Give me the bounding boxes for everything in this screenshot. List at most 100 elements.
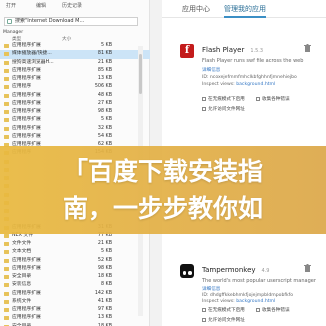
file-size: 48 KB bbox=[97, 92, 112, 98]
file-row[interactable]: 搜狗高速浏览器H... 21 KB bbox=[0, 59, 150, 67]
file-type: 应用程序扩展 bbox=[12, 125, 41, 131]
file-url-label: 允许访问文件网址 bbox=[208, 318, 245, 323]
file-row[interactable]: 文件文件 21 KB bbox=[0, 240, 150, 248]
file-row[interactable]: 应用程序扩展 54 KB bbox=[0, 133, 150, 141]
file-type: 安装信息 bbox=[12, 282, 32, 288]
file-row[interactable]: 应用程序扩展 142 KB bbox=[0, 290, 150, 298]
file-size: 142 KB bbox=[94, 290, 112, 296]
toolbar-history[interactable]: 历史记录 bbox=[62, 2, 82, 9]
checkbox[interactable] bbox=[256, 96, 260, 101]
file-type: 文件文件 bbox=[12, 241, 32, 246]
scrollbar-thumb[interactable] bbox=[139, 54, 142, 94]
background-page-link[interactable]: background.html bbox=[236, 299, 275, 304]
file-type: 应用程序扩展 bbox=[12, 290, 41, 296]
folder-name-manager[interactable]: Manager bbox=[3, 30, 23, 35]
file-row[interactable]: 应用程序扩展 48 KB bbox=[0, 92, 150, 100]
file-row[interactable]: 安全目录 18 KB bbox=[0, 323, 150, 326]
file-type: 应用程序扩展 bbox=[12, 257, 41, 263]
file-row[interactable]: 媒体播放器/快捷... 81 KB bbox=[0, 50, 150, 59]
file-type: 应用程序扩展 bbox=[12, 117, 41, 123]
file-row[interactable]: 应用程序扩展 13 KB bbox=[0, 314, 150, 322]
file-row[interactable]: 应用程序 506 KB bbox=[0, 83, 150, 91]
file-icon bbox=[4, 291, 9, 296]
file-size: 27 KB bbox=[97, 100, 112, 106]
checkbox[interactable] bbox=[202, 317, 206, 322]
file-size: 98 KB bbox=[97, 265, 112, 271]
incognito-label: 在无痕模式下启用 bbox=[208, 308, 245, 313]
file-size: 5 KB bbox=[100, 117, 112, 123]
checkbox[interactable] bbox=[202, 96, 206, 101]
file-type: 安全目录 bbox=[12, 323, 32, 326]
file-row[interactable]: 应用程序扩展 13 KB bbox=[0, 75, 150, 83]
inspect-views-label: Inspect views: bbox=[202, 82, 235, 87]
extension-name: Flash Player bbox=[202, 46, 245, 54]
file-type: 应用程序扩展 bbox=[12, 307, 41, 312]
file-row[interactable]: 应用程序扩展 98 KB bbox=[0, 108, 150, 116]
file-type: 安全目录 bbox=[12, 274, 32, 279]
file-type: 应用程序扩展 bbox=[12, 265, 41, 271]
file-type: 应用程序扩展 bbox=[12, 76, 41, 81]
file-icon bbox=[4, 242, 9, 246]
toolbar-edit[interactable]: 编辑 bbox=[36, 2, 46, 9]
incognito-option[interactable]: 在无痕模式下启用 bbox=[202, 307, 245, 313]
checkbox[interactable] bbox=[202, 106, 206, 111]
file-row[interactable]: 应用程序扩展 5 KB bbox=[0, 42, 150, 50]
file-icon bbox=[4, 134, 9, 139]
file-row[interactable]: 安装信息 8 KB bbox=[0, 281, 150, 289]
file-icon bbox=[4, 118, 9, 123]
file-size: 506 KB bbox=[94, 84, 112, 90]
file-row[interactable]: 应用程序扩展 85 KB bbox=[0, 67, 150, 75]
details-link[interactable]: 详细信息 bbox=[202, 67, 220, 73]
file-type: 应用程序扩展 bbox=[12, 100, 41, 106]
file-icon bbox=[4, 283, 9, 288]
tab-app-center[interactable]: 应用中心 bbox=[182, 4, 210, 14]
file-row[interactable]: 安全目录 18 KB bbox=[0, 273, 150, 281]
toolbar-open[interactable]: 打开 bbox=[6, 2, 16, 9]
collect-errors-option[interactable]: 收集各种错误 bbox=[256, 96, 290, 102]
file-type: 应用程序扩展 bbox=[12, 43, 41, 48]
details-link[interactable]: 详细信息 bbox=[202, 286, 220, 292]
search-path-bar[interactable]: 搜索"Internet Download M... bbox=[4, 17, 138, 26]
file-row[interactable]: 系统文件 41 KB bbox=[0, 298, 150, 306]
tampermonkey-logo-icon bbox=[180, 264, 194, 278]
checkbox[interactable] bbox=[202, 307, 206, 312]
file-size: 21 KB bbox=[97, 241, 112, 246]
file-url-option[interactable]: 允许访问文件网址 bbox=[202, 106, 245, 112]
file-icon bbox=[4, 68, 9, 73]
file-row[interactable]: 应用程序扩展 97 KB bbox=[0, 306, 150, 314]
file-size: 13 KB bbox=[97, 315, 112, 321]
file-size: 85 KB bbox=[97, 67, 112, 73]
trash-icon[interactable] bbox=[304, 264, 311, 272]
file-type: 应用程序扩展 bbox=[12, 133, 41, 139]
file-size: 98 KB bbox=[97, 109, 112, 114]
extension-title: Tampermonkey 4.9 bbox=[202, 266, 269, 274]
file-url-option[interactable]: 允许访问文件网址 bbox=[202, 317, 245, 323]
tab-manage-apps[interactable]: 管理我的应用 bbox=[224, 4, 266, 18]
banner-line-2: 南，一步步教你如 bbox=[62, 194, 263, 223]
background-page-link[interactable]: background.html bbox=[236, 82, 275, 87]
file-icon bbox=[4, 126, 9, 131]
file-row[interactable]: 应用程序扩展 98 KB bbox=[0, 265, 150, 273]
file-row[interactable]: 应用程序扩展 27 KB bbox=[0, 100, 150, 108]
file-size: 5 KB bbox=[100, 249, 112, 255]
file-type: 应用程序扩展 bbox=[12, 315, 41, 321]
search-path-text: 搜索"Internet Download M... bbox=[15, 18, 85, 24]
file-icon bbox=[4, 266, 9, 271]
file-row[interactable]: 应用程序扩展 5 KB bbox=[0, 116, 150, 124]
file-icon bbox=[4, 44, 9, 48]
checkbox[interactable] bbox=[256, 307, 260, 312]
file-row[interactable]: 应用程序扩展 52 KB bbox=[0, 257, 150, 265]
banner-headline: 「百度下载安装指 南，一步步教你如 bbox=[0, 146, 326, 234]
file-row[interactable]: 文本文档 5 KB bbox=[0, 248, 150, 256]
extension-id: ID: dhdgffkkebhmkfjojejmpbldmpobfkfo bbox=[202, 293, 294, 298]
extension-name: Tampermonkey bbox=[202, 266, 256, 274]
file-icon bbox=[4, 60, 9, 65]
file-icon bbox=[4, 316, 9, 321]
file-size: 97 KB bbox=[97, 307, 112, 312]
incognito-option[interactable]: 在无痕模式下启用 bbox=[202, 96, 245, 102]
file-size: 32 KB bbox=[97, 125, 112, 131]
collect-errors-option[interactable]: 收集各种错误 bbox=[256, 307, 290, 313]
file-size: 21 KB bbox=[97, 59, 112, 65]
file-row[interactable]: 应用程序扩展 32 KB bbox=[0, 125, 150, 133]
trash-icon[interactable] bbox=[304, 44, 311, 52]
